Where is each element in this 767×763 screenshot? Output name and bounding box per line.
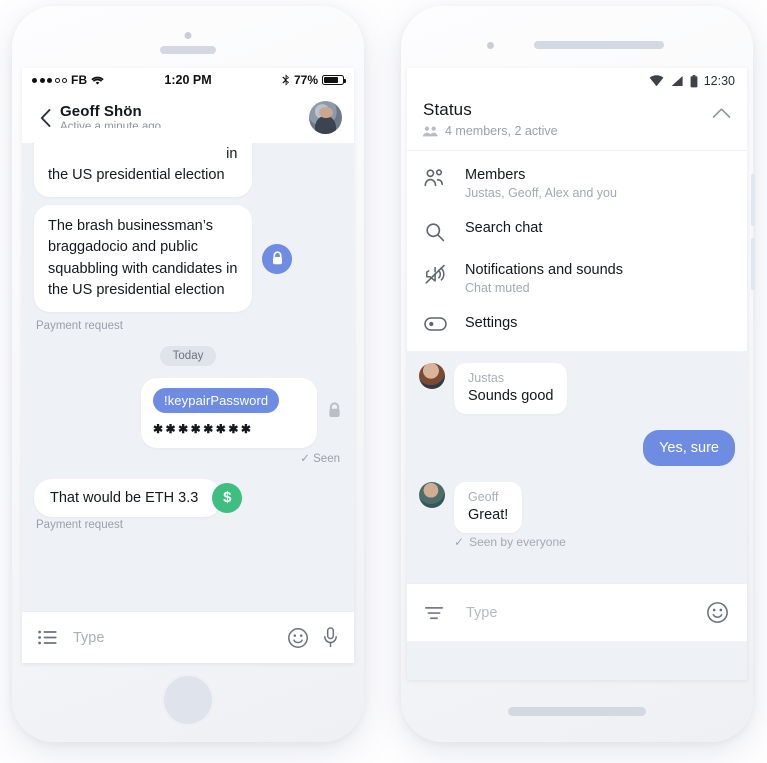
seen-label: Seen by everyone bbox=[469, 535, 566, 549]
day-separator: Today bbox=[159, 345, 217, 366]
search-icon bbox=[423, 220, 447, 242]
phone-left: FB 1:20 PM 77% Geoff Shön Active a minut… bbox=[12, 6, 364, 742]
status-panel-subtitle: 4 members, 2 active bbox=[423, 124, 558, 138]
menu-item-settings[interactable]: Settings bbox=[407, 305, 747, 341]
emoji-smiley-icon[interactable] bbox=[706, 601, 729, 624]
status-time: 12:30 bbox=[703, 74, 735, 88]
message-composer: Type bbox=[407, 583, 747, 641]
menu-item-subtitle: Justas, Geoff, Alex and you bbox=[465, 186, 617, 200]
message-row: !keypairPassword ✱✱✱✱✱✱✱✱ bbox=[34, 377, 342, 448]
people-icon bbox=[423, 126, 438, 136]
screen-left: FB 1:20 PM 77% Geoff Shön Active a minut… bbox=[22, 68, 354, 663]
message-bubble[interactable]: That would be ETH 3.3 bbox=[34, 478, 223, 517]
password-label-pill[interactable]: !keypairPassword bbox=[153, 387, 280, 413]
lock-icon[interactable] bbox=[262, 243, 292, 274]
message-bubble[interactable]: The brash businessman’s braggadocio and … bbox=[34, 205, 252, 312]
avatar-justas[interactable] bbox=[419, 363, 445, 389]
phone-right: 12:30 Status 4 members, 2 active Members… bbox=[401, 6, 755, 742]
lines-menu-icon[interactable] bbox=[425, 606, 444, 620]
menu-item-subtitle: Chat muted bbox=[465, 281, 530, 295]
message-input[interactable]: Type bbox=[466, 605, 706, 621]
status-panel-members-count: 4 members, 2 active bbox=[445, 124, 558, 138]
volume-down-button[interactable] bbox=[751, 238, 755, 290]
menu-item-members[interactable]: Members Justas, Geoff, Alex and you bbox=[407, 157, 747, 210]
status-menu: Members Justas, Geoff, Alex and you Sear… bbox=[407, 150, 747, 351]
seen-status: ✓ Seen by everyone bbox=[454, 535, 735, 549]
mockup-stage: FB 1:20 PM 77% Geoff Shön Active a minut… bbox=[0, 0, 767, 763]
emoji-smiley-icon[interactable] bbox=[287, 627, 309, 649]
status-panel-header[interactable]: Status 4 members, 2 active bbox=[407, 94, 747, 150]
message-meta: Payment request bbox=[36, 518, 123, 531]
message-row: squabbling with candidates in the US pre… bbox=[34, 128, 342, 198]
menu-item-notifications[interactable]: Notifications and sounds Chat muted bbox=[407, 252, 747, 305]
avatar-geoff[interactable] bbox=[419, 482, 445, 508]
message-row: Justas Sounds good bbox=[419, 363, 735, 414]
home-button[interactable] bbox=[162, 674, 214, 726]
earpiece-speaker bbox=[534, 41, 664, 49]
chat-contact-name: Geoff Shön bbox=[60, 102, 142, 120]
message-sender: Geoff bbox=[468, 490, 499, 504]
seen-status: ✓ Seen bbox=[34, 451, 340, 465]
bluetooth-icon bbox=[282, 74, 289, 86]
menu-item-label: Members bbox=[465, 167, 526, 183]
bottom-speaker bbox=[508, 707, 646, 716]
back-chevron-icon[interactable] bbox=[34, 108, 56, 127]
message-meta: Payment request bbox=[36, 319, 123, 332]
ios-status-bar: FB 1:20 PM 77% bbox=[22, 68, 354, 92]
message-list: squabbling with candidates in the US pre… bbox=[22, 128, 354, 663]
menu-item-search-chat[interactable]: Search chat bbox=[407, 210, 747, 252]
message-bubble[interactable]: Justas Sounds good bbox=[454, 363, 568, 414]
menu-item-label: Notifications and sounds bbox=[465, 262, 623, 278]
seen-check-icon: ✓ bbox=[454, 535, 465, 549]
microphone-icon[interactable] bbox=[323, 627, 338, 648]
seen-check-icon: ✓ bbox=[300, 452, 310, 465]
payment-badge-icon[interactable]: $ bbox=[212, 482, 243, 513]
status-panel-title: Status bbox=[423, 100, 472, 119]
chevron-up-icon[interactable] bbox=[712, 100, 731, 124]
message-row: Geoff Great! bbox=[419, 482, 735, 533]
message-row: That would be ETH 3.3 $ bbox=[34, 478, 342, 517]
seen-label: Seen bbox=[313, 452, 340, 465]
message-row: The brash businessman’s braggadocio and … bbox=[34, 205, 342, 312]
toggle-icon bbox=[423, 315, 447, 331]
message-bubble[interactable]: Geoff Great! bbox=[454, 482, 523, 533]
password-card[interactable]: !keypairPassword ✱✱✱✱✱✱✱✱ bbox=[141, 377, 317, 448]
volume-up-button[interactable] bbox=[751, 174, 755, 226]
signal-icon bbox=[671, 76, 683, 86]
battery-icon bbox=[690, 74, 698, 87]
message-composer: Type bbox=[22, 611, 354, 663]
bell-muted-icon bbox=[423, 262, 447, 285]
people-icon bbox=[423, 167, 447, 187]
message-list: Justas Sounds good Yes, sure Geoff Great… bbox=[407, 351, 747, 583]
message-bubble-outgoing[interactable]: Yes, sure bbox=[643, 430, 735, 466]
list-menu-icon[interactable] bbox=[38, 630, 57, 645]
lock-icon-grey[interactable] bbox=[327, 402, 342, 424]
front-camera-icon bbox=[184, 32, 192, 39]
screen-right: 12:30 Status 4 members, 2 active Members… bbox=[407, 68, 747, 680]
message-text: Sounds good bbox=[468, 388, 554, 404]
message-input[interactable]: Type bbox=[73, 630, 287, 646]
message-sender: Justas bbox=[468, 371, 505, 385]
message-bubble-clipped[interactable]: squabbling with candidates in the US pre… bbox=[34, 128, 252, 198]
android-status-bar: 12:30 bbox=[407, 68, 747, 94]
message-row: Yes, sure bbox=[419, 430, 735, 466]
wifi-icon bbox=[91, 76, 105, 85]
password-masked-value: ✱✱✱✱✱✱✱✱ bbox=[153, 421, 254, 436]
carrier-label: FB bbox=[71, 73, 88, 87]
message-text: Great! bbox=[468, 507, 509, 523]
menu-item-label: Search chat bbox=[465, 220, 543, 236]
earpiece-speaker bbox=[160, 46, 216, 54]
signal-dots-icon bbox=[32, 77, 67, 83]
battery-icon bbox=[322, 74, 346, 86]
wifi-icon bbox=[649, 75, 664, 87]
menu-item-label: Settings bbox=[465, 315, 518, 331]
front-camera-icon bbox=[487, 42, 494, 49]
battery-percent: 77% bbox=[293, 73, 318, 87]
